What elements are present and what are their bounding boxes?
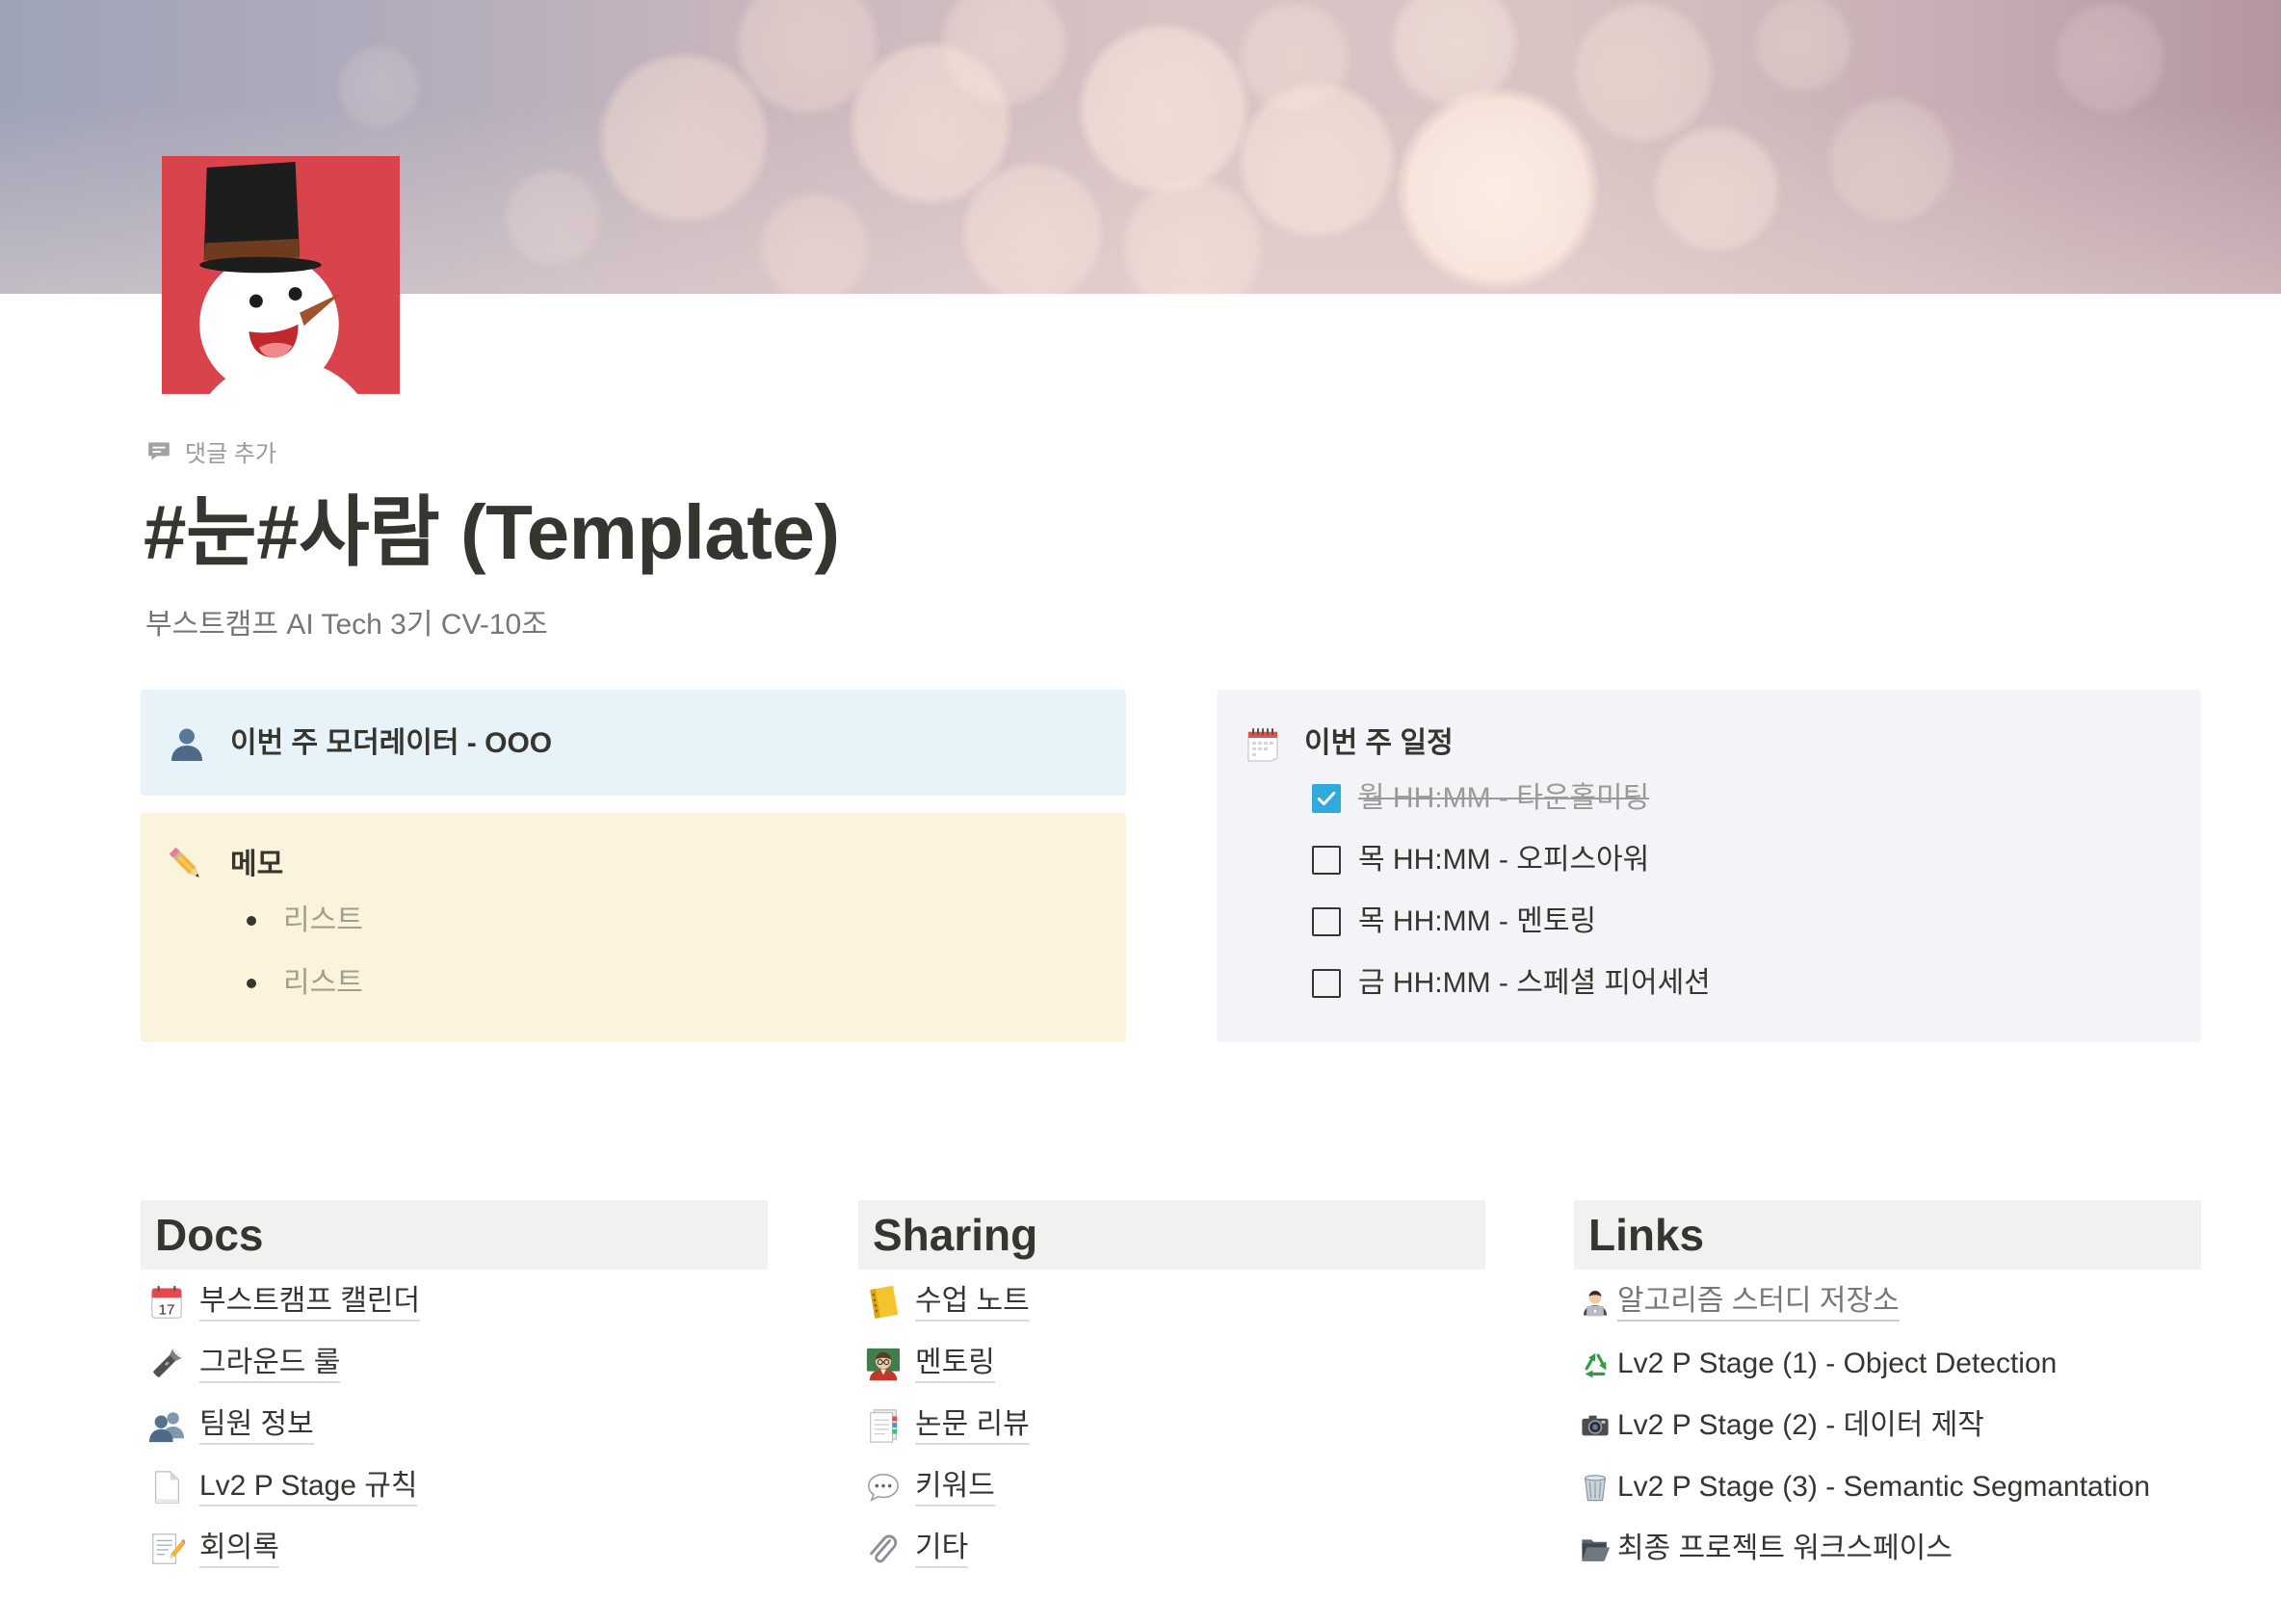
sharing-section: Sharing 수업 노트 멘토링 논문 리뷰 키워드 기타 [858, 1200, 1485, 1568]
external-link-label[interactable]: 알고리즘 스터디 저장소 [1617, 1283, 1900, 1322]
page-link[interactable]: 수업 노트 [858, 1271, 1485, 1333]
memo-icon [148, 1531, 185, 1567]
todo-checkbox[interactable] [1312, 969, 1341, 998]
schedule-callout: 이번 주 일정 월 HH:MM - 타운홀미팅 목 HH:MM - 오피스아워 … [1217, 690, 2201, 1042]
bullet-icon [247, 916, 256, 926]
page-link-label[interactable]: Lv2 P Stage 규칙 [199, 1468, 418, 1506]
todo-item: 월 HH:MM - 타운홀미팅 [1217, 779, 2201, 818]
todo-item: 목 HH:MM - 오피스아워 [1217, 841, 2201, 879]
page-link[interactable]: 멘토링 [858, 1333, 1485, 1395]
list-item-text[interactable]: 리스트 [283, 964, 363, 1003]
external-link-label[interactable]: Lv2 P Stage (1) - Object Detection [1617, 1346, 2057, 1382]
external-link-label[interactable]: Lv2 P Stage (2) - 데이터 제작 [1617, 1407, 1984, 1444]
wastebasket-icon [1580, 1472, 1611, 1503]
spiral-calendar-icon[interactable] [1244, 724, 1282, 763]
pencil-icon[interactable] [168, 846, 206, 884]
todo-text[interactable]: 목 HH:MM - 오피스아워 [1358, 841, 1649, 879]
page-link[interactable]: Lv2 P Stage 규칙 [141, 1456, 768, 1518]
page-link-label[interactable]: 부스트캠프 캘린더 [199, 1283, 421, 1322]
calendar-icon-label: 17 [159, 1301, 175, 1318]
page-subtitle[interactable]: 부스트캠프 AI Tech 3기 CV-10조 [145, 606, 548, 644]
recycle-icon [1580, 1349, 1611, 1379]
bust-in-silhouette-icon[interactable] [168, 724, 206, 763]
moderator-text[interactable]: 이번 주 모더레이터 - OOO [230, 724, 552, 763]
calendar-icon: 17 [148, 1284, 185, 1321]
add-comment-button[interactable]: 댓글 추가 [146, 433, 276, 468]
external-link[interactable]: Lv2 P Stage (1) - Object Detection [1574, 1333, 2201, 1395]
snowman-icon[interactable] [162, 156, 400, 394]
section-heading: Links [1574, 1200, 2201, 1270]
page-link-label[interactable]: 회의록 [199, 1530, 279, 1568]
page-link-label[interactable]: 멘토링 [915, 1345, 995, 1383]
todo-checkbox[interactable] [1312, 784, 1341, 813]
camera-icon [1580, 1410, 1611, 1441]
page-link-label[interactable]: 기타 [915, 1530, 969, 1568]
page-link-label[interactable]: 그라운드 룰 [199, 1345, 341, 1383]
paperclip-icon [865, 1531, 902, 1567]
schedule-title[interactable]: 이번 주 일정 [1304, 724, 1454, 763]
page-link-label[interactable]: 논문 리뷰 [915, 1406, 1030, 1445]
page-link[interactable]: 키워드 [858, 1456, 1485, 1518]
section-heading: Docs [141, 1200, 768, 1270]
bookmark-tabs-icon [865, 1407, 902, 1444]
memo-callout: 메모 리스트 리스트 [141, 813, 1126, 1042]
ledger-icon [865, 1284, 902, 1321]
todo-text[interactable]: 목 HH:MM - 멘토링 [1358, 903, 1596, 941]
page-link[interactable]: 기타 [858, 1518, 1485, 1580]
list-item[interactable]: 리스트 [141, 902, 1126, 940]
page-icon [148, 1469, 185, 1506]
external-link-label[interactable]: Lv2 P Stage (3) - Semantic Segmantation [1617, 1469, 2150, 1506]
todo-text[interactable]: 월 HH:MM - 타운홀미팅 [1358, 779, 1649, 818]
page-link[interactable]: 팀원 정보 [141, 1395, 768, 1456]
external-link[interactable]: 최종 프로젝트 워크스페이스 [1574, 1518, 2201, 1580]
external-link[interactable]: 알고리즘 스터디 저장소 [1574, 1271, 2201, 1333]
external-link-label[interactable]: 최종 프로젝트 워크스페이스 [1617, 1531, 1953, 1567]
links-section: Links 알고리즘 스터디 저장소 Lv2 P Stage (1) - Obj… [1574, 1200, 2201, 1564]
external-link[interactable]: Lv2 P Stage (2) - 데이터 제작 [1574, 1395, 2201, 1456]
speech-balloon-icon [865, 1469, 902, 1506]
todo-item: 목 HH:MM - 멘토링 [1217, 903, 2201, 941]
todo-checkbox[interactable] [1312, 907, 1341, 936]
bullet-icon [247, 979, 256, 988]
page-link[interactable]: 그라운드 룰 [141, 1333, 768, 1395]
add-comment-label: 댓글 추가 [185, 440, 276, 467]
memo-title[interactable]: 메모 [230, 846, 283, 884]
page-link[interactable]: 회의록 [141, 1518, 768, 1580]
flashlight-icon [148, 1346, 185, 1382]
todo-item: 금 HH:MM - 스페셜 피어세션 [1217, 964, 2201, 1003]
docs-section: Docs 17 부스트캠프 캘린더 그라운드 룰 팀원 정보 Lv2 P Sta… [141, 1200, 768, 1568]
todo-checkbox[interactable] [1312, 846, 1341, 875]
moderator-callout: 이번 주 모더레이터 - OOO [141, 690, 1126, 796]
open-folder-icon [1580, 1533, 1611, 1564]
page-link[interactable]: 17 부스트캠프 캘린더 [141, 1271, 768, 1333]
todo-text[interactable]: 금 HH:MM - 스페셜 피어세션 [1358, 964, 1711, 1003]
section-heading: Sharing [858, 1200, 1485, 1270]
page-link-label[interactable]: 수업 노트 [915, 1283, 1030, 1322]
list-item[interactable]: 리스트 [141, 964, 1126, 1003]
comment-icon [146, 438, 171, 463]
page-link-label[interactable]: 팀원 정보 [199, 1406, 314, 1445]
teacher-icon [865, 1346, 902, 1382]
external-link[interactable]: Lv2 P Stage (3) - Semantic Segmantation [1574, 1456, 2201, 1518]
page-link[interactable]: 논문 리뷰 [858, 1395, 1485, 1456]
busts-in-silhouette-icon [148, 1407, 185, 1444]
page-link-label[interactable]: 키워드 [915, 1468, 995, 1506]
list-item-text[interactable]: 리스트 [283, 902, 363, 940]
page-title[interactable]: #눈#사람 (Template) [144, 485, 840, 581]
technologist-icon [1580, 1287, 1611, 1318]
